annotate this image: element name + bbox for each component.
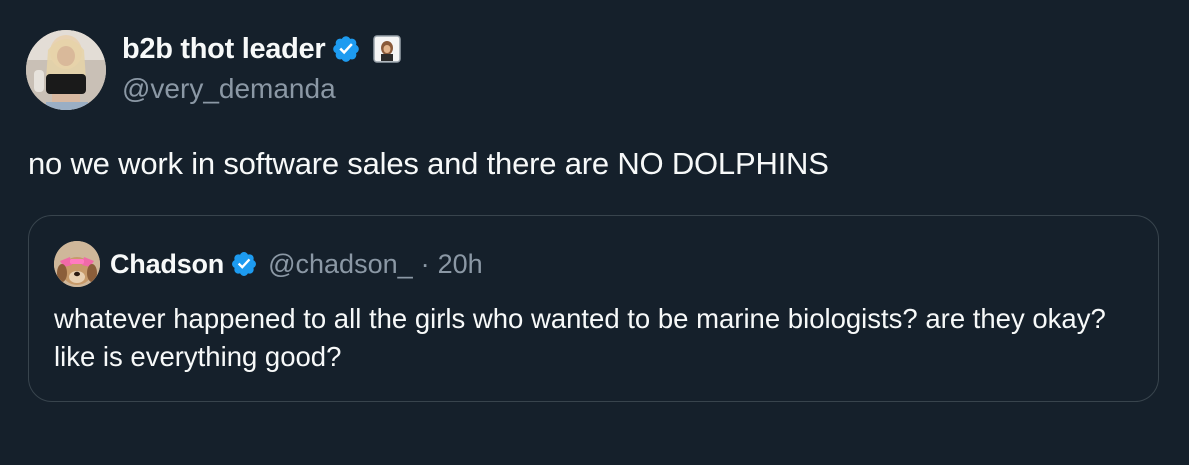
affiliate-badge-icon[interactable] bbox=[373, 35, 402, 63]
tweet: b2b thot leader @very_demanda no we work… bbox=[0, 0, 1189, 465]
separator-dot: · bbox=[420, 248, 430, 279]
quoted-tweet-text: whatever happened to all the girls who w… bbox=[54, 303, 1106, 372]
dog-profile-photo-icon bbox=[54, 241, 100, 287]
quoted-author-display-name[interactable]: Chadson bbox=[110, 249, 224, 280]
verified-badge-icon[interactable] bbox=[331, 34, 361, 64]
author-display-name[interactable]: b2b thot leader bbox=[122, 33, 326, 66]
quoted-verified-badge-icon[interactable] bbox=[230, 250, 258, 278]
author-avatar[interactable] bbox=[26, 30, 106, 110]
quoted-tweet-header: Chadson @chadson_ · 20h bbox=[54, 241, 483, 287]
quoted-tweet-card[interactable]: Chadson @chadson_ · 20h whatever happene… bbox=[28, 215, 1159, 402]
author-handle[interactable]: @very_demanda bbox=[122, 73, 336, 105]
quoted-author-handle[interactable]: @chadson_ bbox=[268, 249, 413, 280]
author-name-row: b2b thot leader bbox=[122, 31, 402, 67]
profile-photo-icon bbox=[26, 30, 106, 110]
tweet-text: no we work in software sales and there a… bbox=[28, 146, 829, 181]
quoted-timestamp[interactable]: 20h bbox=[438, 249, 483, 280]
quoted-author-avatar[interactable] bbox=[54, 241, 100, 287]
